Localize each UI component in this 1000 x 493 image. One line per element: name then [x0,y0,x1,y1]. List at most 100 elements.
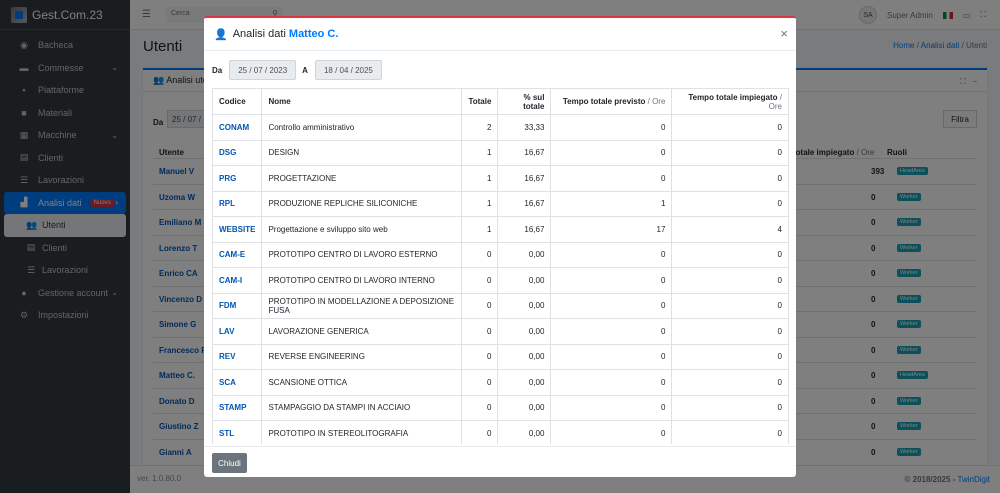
activity-percent: 33,33 [497,114,552,141]
table-header-row: Codice Nome Totale % sul totale Tempo to… [212,88,789,115]
activity-percent: 16,67 [497,139,552,166]
activity-name: PROTOTIPO CENTRO DI LAVORO ESTERNO [261,241,463,268]
activity-spent-hours: 0 [671,292,789,319]
activity-spent-hours: 0 [671,139,789,166]
table-row: REV REVERSE ENGINEERING 0 0,00 0 0 [212,343,789,370]
activity-code-link[interactable]: LAV [212,318,263,345]
activity-name: PROTOTIPO IN STEREOLITOGRAFIA [261,420,463,444]
date-to-field[interactable]: 18 / 04 / 2025 [314,60,382,80]
activity-name: STAMPAGGIO DA STAMPI IN ACCIAIO [261,394,463,421]
activity-name: PROGETTAZIONE [261,165,463,192]
activity-code-link[interactable]: STAMP [212,394,263,421]
activity-code-link[interactable]: DSG [212,139,263,166]
activity-total: 0 [461,343,499,370]
activity-table-body: CONAM Controllo amministrativo 2 33,33 0 0 DSG… [212,114,789,444]
activity-spent-hours: 0 [671,394,789,421]
activity-table-wrapper[interactable]: Codice Nome Totale % sul totale Tempo to… [212,88,789,444]
table-row: LAV LAVORAZIONE GENERICA 0 0,00 0 0 [212,318,789,345]
activity-percent: 16,67 [497,190,552,217]
activity-percent: 0,00 [497,420,552,444]
modal-footer: Chiudi [204,446,796,477]
activity-spent-hours: 0 [671,267,789,294]
activity-percent: 0,00 [497,343,552,370]
table-row: STL PROTOTIPO IN STEREOLITOGRAFIA 0 0,00 0 0 [212,420,789,444]
activity-total: 0 [461,369,499,396]
activity-code-link[interactable]: CAM-I [212,267,263,294]
activity-total: 1 [461,216,499,243]
activity-name: PROTOTIPO CENTRO DI LAVORO INTERNO [261,267,463,294]
table-row: FDM PROTOTIPO IN MODELLAZIONE A DEPOSIZIO… [212,292,789,319]
da-label: Da [212,65,223,75]
activity-name: PRODUZIONE REPLICHE SILICONICHE [261,190,463,217]
activity-spent-hours: 0 [671,369,789,396]
activity-percent: 16,67 [497,216,552,243]
activity-code-link[interactable]: RPL [212,190,263,217]
close-button[interactable]: Chiudi [212,453,247,473]
activity-planned-hours: 0 [550,369,673,396]
table-row: RPL PRODUZIONE REPLICHE SILICONICHE 1 16,67… [212,190,789,217]
activity-planned-hours: 0 [550,420,673,444]
activity-name: PROTOTIPO IN MODELLAZIONE A DEPOSIZIONE … [261,292,463,319]
activity-total: 1 [461,139,499,166]
activity-code-link[interactable]: FDM [212,292,263,319]
activity-spent-hours: 0 [671,343,789,370]
user-analysis-modal: 👤 Analisi dati Matteo C. × Da 25 / 07 / … [204,16,796,477]
activity-code-link[interactable]: SCA [212,369,263,396]
col-tempo-impiegato: Tempo totale impiegato / Ore [671,88,789,115]
activity-planned-hours: 17 [550,216,673,243]
activity-spent-hours: 4 [671,216,789,243]
activity-code-link[interactable]: REV [212,343,263,370]
activity-total: 2 [461,114,499,141]
activity-planned-hours: 0 [550,139,673,166]
activity-name: DESIGN [261,139,463,166]
activity-percent: 0,00 [497,241,552,268]
activity-name: LAVORAZIONE GENERICA [261,318,463,345]
table-row: CAM-E PROTOTIPO CENTRO DI LAVORO ESTERNO 0… [212,241,789,268]
activity-name: Progettazione e sviluppo sito web [261,216,463,243]
activity-planned-hours: 1 [550,190,673,217]
activity-code-link[interactable]: CAM-E [212,241,263,268]
activity-spent-hours: 0 [671,114,789,141]
activity-percent: 16,67 [497,165,552,192]
activity-code-link[interactable]: STL [212,420,263,444]
activity-name: SCANSIONE OTTICA [261,369,463,396]
user-icon: 👤 [214,28,228,41]
table-row: SCA SCANSIONE OTTICA 0 0,00 0 0 [212,369,789,396]
activity-planned-hours: 0 [550,318,673,345]
table-row: CAM-I PROTOTIPO CENTRO DI LAVORO INTERNO 0… [212,267,789,294]
activity-total: 0 [461,420,499,444]
col-unit: / Ore [647,97,666,106]
activity-percent: 0,00 [497,318,552,345]
activity-code-link[interactable]: WEBSITE [212,216,263,243]
modal-title: Analisi dati [232,28,286,40]
table-row: CONAM Controllo amministrativo 2 33,33 0 0 [212,114,789,141]
col-label: Tempo totale previsto [562,97,646,106]
activity-spent-hours: 0 [671,318,789,345]
activity-spent-hours: 0 [671,190,789,217]
activity-planned-hours: 0 [550,394,673,421]
col-codice: Codice [212,88,263,115]
date-from-field[interactable]: 25 / 07 / 2023 [229,60,297,80]
activity-planned-hours: 0 [550,241,673,268]
activity-name: Controllo amministrativo [261,114,463,141]
activity-total: 1 [461,165,499,192]
date-filter: Da 25 / 07 / 2023 A 18 / 04 / 2025 [212,60,388,80]
activity-planned-hours: 0 [550,114,673,141]
activity-code-link[interactable]: PRG [212,165,263,192]
activity-planned-hours: 0 [550,267,673,294]
modal-user-name: Matteo C. [288,28,339,40]
activity-total: 0 [461,292,499,319]
col-tempo-previsto: Tempo totale previsto / Ore [550,88,673,115]
activity-total: 0 [461,267,499,294]
a-label: A [302,65,308,75]
activity-spent-hours: 0 [671,420,789,444]
activity-total: 0 [461,241,499,268]
activity-code-link[interactable]: CONAM [212,114,263,141]
col-nome: Nome [261,88,463,115]
close-icon[interactable]: × [780,26,788,41]
activity-planned-hours: 0 [550,343,673,370]
activity-name: REVERSE ENGINEERING [261,343,463,370]
activity-percent: 0,00 [497,267,552,294]
activity-table: Codice Nome Totale % sul totale Tempo to… [212,88,789,444]
activity-percent: 0,00 [497,394,552,421]
